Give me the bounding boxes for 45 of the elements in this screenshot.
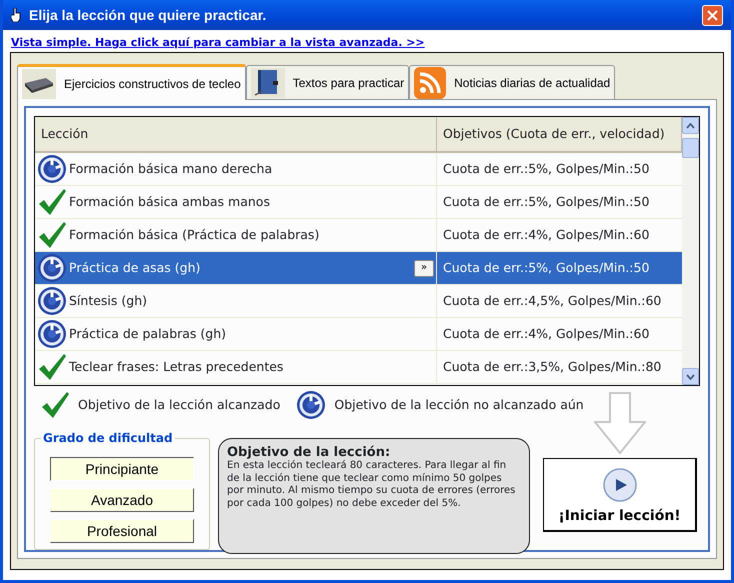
keyboard-icon	[22, 68, 56, 98]
table-cell-text: Cuota de err.:5%, Golpes/Min.:50	[443, 192, 650, 211]
table-cell-text: Cuota de err.:5%, Golpes/Min.:50	[443, 160, 650, 178]
table-cell-text: Práctica de asas (gh)	[69, 258, 200, 277]
table-row[interactable]: Síntesis (gh) Cuota de err.:4,5%, Golpes/Min.:60	[35, 285, 682, 318]
view-switch-link[interactable]: Vista simple. Haga click aquí para cambiar a la vista avanzada. >>	[11, 36, 425, 49]
table-cell-text: Formación básica mano derecha	[69, 160, 272, 178]
window-title: Elija la lección que quiere practicar.	[29, 7, 266, 23]
close-icon	[707, 10, 718, 21]
legend-label: Objetivo de la lección no alcanzado aún	[334, 396, 584, 414]
difficulty-button[interactable]: Profesional	[50, 519, 194, 543]
difficulty-button[interactable]: Avanzado	[50, 488, 194, 512]
table-cell-text: Cuota de err.:4%, Golpes/Min.:60	[443, 226, 650, 244]
details-button[interactable]: »	[414, 260, 434, 276]
close-button[interactable]	[702, 4, 723, 26]
book-icon	[250, 68, 285, 98]
table-cell-text: Formación básica ambas manos	[69, 192, 270, 211]
tab[interactable]: Noticias diarias de actualidad	[409, 65, 616, 99]
scrollbar[interactable]	[682, 117, 699, 385]
scrollbar-thumb[interactable]	[682, 138, 699, 158]
table-cell-text: Síntesis (gh)	[69, 292, 148, 310]
difficulty-button[interactable]: Principiante	[50, 457, 194, 481]
start-lesson-button[interactable]: ¡Iniciar lección!	[543, 458, 697, 532]
table-cell-text: Formación básica (Práctica de palabras)	[69, 226, 320, 244]
table-row[interactable]: Práctica de palabras (gh) Cuota de err.:4%, Golpes/Min.:60	[35, 318, 682, 351]
group-title: Grado de dificultad	[41, 431, 175, 445]
play-icon	[602, 468, 636, 502]
table-row[interactable]: Formación básica ambas manos Cuota de err.:5%, Golpes/Min.:50	[35, 186, 682, 219]
table-cell-text: Práctica de palabras (gh)	[69, 324, 226, 343]
table-row[interactable]: Formación básica mano derecha Cuota de err.:5%, Golpes/Min.:50	[35, 153, 682, 186]
table-cell-text: Teclear frases: Letras precedentes	[69, 358, 284, 376]
tab[interactable]: Textos para practicar	[246, 65, 410, 99]
lesson-goal-text: En esta lección tecleará 80 caracteres. Para llegar al fin de la lección tiene que teclear como mínimo 50 golpes por minuto. Al mismo tiempo su cuota de errores (errores por cada 100 golpes) no debe exceder del 5%.	[227, 460, 516, 510]
column-header[interactable]: Lección	[35, 117, 437, 151]
table-row[interactable]: Práctica de asas (gh) » Cuota de err.:5%, Golpes/Min.:50	[35, 252, 682, 285]
table-cell-text: Cuota de err.:3,5%, Golpes/Min.:80	[443, 358, 662, 376]
tab[interactable]: Ejercicios constructivos de tecleo	[17, 64, 246, 100]
table-cell-text: Cuota de err.:4%, Golpes/Min.:60	[443, 324, 650, 343]
legend-label: Objetivo de la lección alcanzado	[78, 396, 280, 414]
panel-title: Objetivo de la lección:	[227, 445, 392, 460]
table-cell-text: Cuota de err.:4,5%, Golpes/Min.:60	[443, 292, 662, 310]
hand-pointer-icon	[11, 8, 21, 22]
down-arrow-icon	[594, 392, 646, 454]
table-row[interactable]: Teclear frases: Letras precedentes Cuota de err.:3,5%, Golpes/Min.:80	[35, 351, 682, 384]
table-cell-text: Cuota de err.:5%, Golpes/Min.:50	[443, 258, 650, 277]
